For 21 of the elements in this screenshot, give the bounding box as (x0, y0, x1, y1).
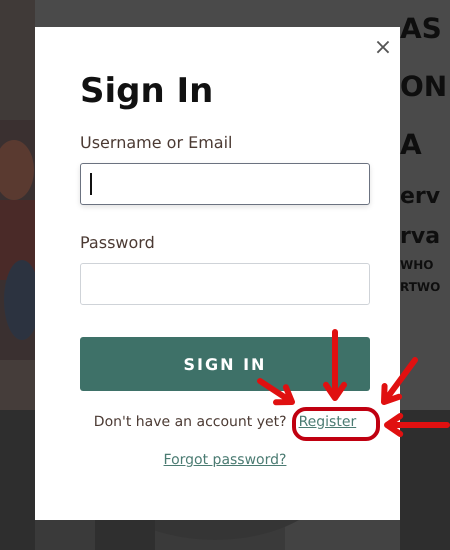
dialog-title: Sign In (80, 71, 214, 111)
arrow-drawing (257, 378, 295, 406)
input-field[interactable] (80, 163, 370, 205)
background-text: ON (400, 69, 448, 105)
register-prompt: Don't have an account yet? (94, 413, 287, 432)
text-cursor-icon (90, 173, 92, 195)
background-text: RTWO (400, 279, 442, 296)
arrow-drawing (322, 329, 348, 401)
close-button[interactable]: × (370, 35, 396, 61)
background-text: A (400, 127, 423, 163)
arrow-drawing (384, 412, 450, 438)
field-label: Password (80, 233, 156, 253)
background-text: AS (400, 11, 443, 47)
forgot-password-link[interactable]: Forgot password? (164, 449, 286, 471)
field-label: Username or Email (80, 133, 234, 153)
background-text: WHO (400, 257, 434, 274)
sign-in-button[interactable]: SIGN IN (80, 337, 370, 391)
arrow-drawing (381, 357, 418, 405)
background-text: erv (400, 183, 442, 211)
background-text: rva (400, 223, 442, 251)
register-link[interactable]: Register (298, 411, 356, 433)
